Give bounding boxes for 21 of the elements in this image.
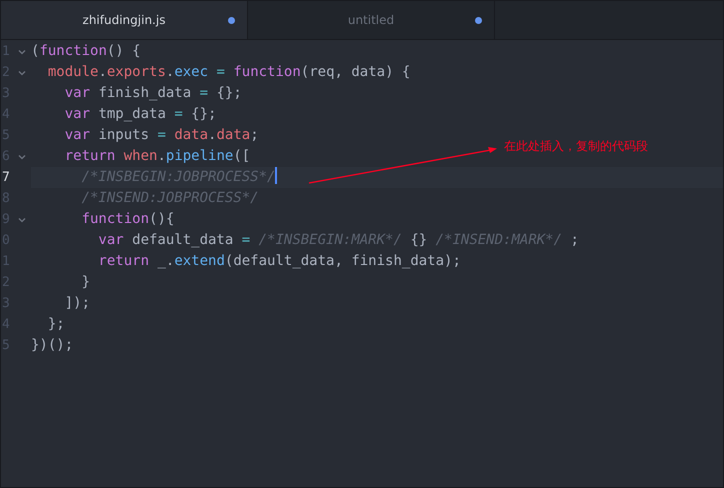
code-line: ]);	[64, 294, 90, 313]
annotation-text: 在此处插入，复制的代码段	[504, 138, 648, 155]
code-line: module.exports.exec = function(req, data) {	[46, 63, 410, 82]
file-tab[interactable]: zhifudingjin.js	[1, 1, 248, 39]
fold-chevron-icon[interactable]	[18, 154, 26, 160]
code-line: return _.extend(default_data, finish_data);	[97, 252, 461, 271]
code-line: var tmp_data = {};	[64, 105, 216, 124]
fold-chevron-icon[interactable]	[18, 70, 26, 76]
code-line: return when.pipeline([	[64, 147, 250, 166]
line-number: 7	[1, 169, 11, 187]
code-line: function(){	[80, 210, 174, 229]
code-line: /*INSEND:JOBPROCESS*/	[80, 189, 259, 208]
code-line: };	[46, 315, 65, 334]
code-line: (function() {	[31, 42, 141, 61]
code-line: })();	[31, 336, 74, 355]
code-line: var finish_data = {};	[64, 84, 242, 103]
code-line: var default_data = /*INSBEGIN:MARK*/ {} /*INSEND:MARK*/ ;	[97, 231, 579, 250]
code-line: var inputs = data.data;	[64, 126, 259, 145]
fold-chevron-icon[interactable]	[18, 48, 26, 54]
code-line: }	[80, 273, 90, 292]
fold-chevron-icon[interactable]	[18, 216, 26, 222]
